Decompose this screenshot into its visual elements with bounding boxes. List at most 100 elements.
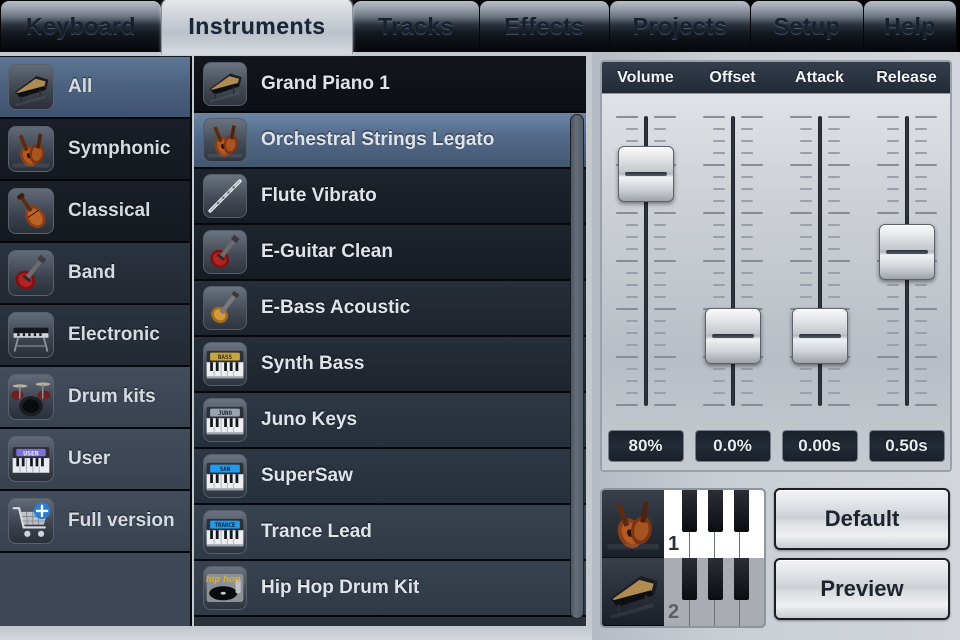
slider-tick: [789, 260, 812, 262]
slider-tick: [886, 152, 899, 154]
slider-value-volume[interactable]: 80%: [607, 430, 684, 462]
slider-tick: [740, 128, 753, 130]
tab-instruments[interactable]: Instruments: [161, 0, 353, 54]
zone-thumbnail-1[interactable]: [602, 490, 664, 558]
slider-tick: [827, 404, 850, 406]
drumkit-icon: [9, 375, 53, 419]
slider-tick: [615, 260, 638, 262]
instrument-row[interactable]: BASS Synth Bass: [194, 337, 586, 393]
slider-tick: [625, 224, 638, 226]
slider-value-attack[interactable]: 0.00s: [781, 430, 858, 462]
e-bass-icon: [204, 287, 246, 329]
slider-tick: [740, 404, 763, 406]
tab-tracks[interactable]: Tracks: [352, 0, 480, 52]
slider-tick: [625, 380, 638, 382]
slider-tick: [827, 152, 840, 154]
zone-thumbnail-2[interactable]: [602, 558, 664, 626]
slider-knob-release[interactable]: [878, 224, 935, 281]
instrument-row[interactable]: E-Bass Acoustic: [194, 281, 586, 337]
slider-tick: [827, 296, 840, 298]
category-sidebar[interactable]: All Symphonic Classical Band Electronic Drum …: [0, 56, 192, 626]
scrollbar-thumb[interactable]: [570, 114, 584, 619]
user-keyboard-icon: USER: [8, 436, 54, 482]
tab-label: Setup: [773, 13, 841, 39]
vertical-scrollbar[interactable]: [570, 114, 584, 626]
slider-value-offset[interactable]: 0.0%: [694, 430, 771, 462]
synth-bass-icon: BASS: [204, 343, 246, 385]
slider-knob-volume[interactable]: [617, 145, 674, 202]
instrument-name: Trance Lead: [261, 521, 372, 542]
tab-keyboard[interactable]: Keyboard: [0, 0, 162, 52]
slider-knob-offset[interactable]: [704, 308, 761, 365]
slider-tick: [914, 116, 937, 118]
instrument-row[interactable]: hip hop Hip Hop Drum Kit: [194, 561, 586, 617]
slider-tick: [740, 152, 753, 154]
tab-label: Instruments: [188, 13, 326, 39]
slider-tick: [886, 200, 899, 202]
black-key[interactable]: [682, 558, 697, 601]
slider-tick: [914, 368, 927, 370]
slider-tick: [886, 332, 899, 334]
preview-button-label: Preview: [820, 576, 904, 601]
key-zone-2[interactable]: 2: [664, 558, 764, 626]
slider-tick: [827, 140, 840, 142]
slider-tick: [789, 404, 812, 406]
tab-effects[interactable]: Effects: [479, 0, 610, 52]
black-key[interactable]: [734, 558, 749, 601]
slider-tick: [625, 296, 638, 298]
sidebar-item-label: Drum kits: [68, 386, 156, 407]
sidebar-item-drum-kits[interactable]: Drum kits: [0, 367, 190, 429]
sidebar-item-electronic[interactable]: Electronic: [0, 305, 190, 367]
slider-tick: [625, 128, 638, 130]
black-key[interactable]: [708, 558, 723, 601]
black-key[interactable]: [708, 490, 723, 533]
slider-tick: [625, 248, 638, 250]
instrument-row[interactable]: Orchestral Strings Legato: [194, 113, 586, 169]
slider-tick: [799, 176, 812, 178]
key-zone-1[interactable]: 1: [664, 490, 764, 558]
slider-tick: [740, 176, 753, 178]
instrument-row[interactable]: SAW SuperSaw: [194, 449, 586, 505]
sidebar-item-user[interactable]: USER User: [0, 429, 190, 491]
strings-icon: [204, 119, 246, 161]
instrument-row[interactable]: Flute Vibrato: [194, 169, 586, 225]
tab-projects[interactable]: Projects: [609, 0, 751, 52]
tab-help[interactable]: Help: [863, 0, 957, 52]
strings-icon: [9, 127, 53, 171]
synth-saw-icon: SAW: [203, 454, 247, 498]
sidebar-item-all[interactable]: All: [0, 57, 190, 119]
sidebar-item-band[interactable]: Band: [0, 243, 190, 305]
instrument-row[interactable]: Grand Piano 1: [194, 57, 586, 113]
default-button[interactable]: Default: [774, 488, 950, 550]
grand-piano-icon: [204, 63, 246, 105]
tab-label: Effects: [504, 13, 585, 39]
slider-tick: [653, 368, 666, 370]
instrument-row[interactable]: JUNO Juno Keys: [194, 393, 586, 449]
slider-knob-attack[interactable]: [791, 308, 848, 365]
preview-button[interactable]: Preview: [774, 558, 950, 620]
slider-tick: [615, 356, 638, 358]
slider-tick: [740, 212, 763, 214]
piano-keys[interactable]: 12: [664, 490, 764, 626]
slider-tick: [625, 392, 638, 394]
sidebar-item-classical[interactable]: Classical: [0, 181, 190, 243]
black-key[interactable]: [734, 490, 749, 533]
slider-tick: [712, 272, 725, 274]
slider-tick: [702, 164, 725, 166]
instrument-list[interactable]: Grand Piano 1 Orchestral Strings Legato Fl…: [194, 56, 586, 626]
black-key[interactable]: [682, 490, 697, 533]
instrument-name: SuperSaw: [261, 465, 353, 486]
slider-tick: [827, 236, 840, 238]
sidebar-item-full-version[interactable]: Full version: [0, 491, 190, 553]
flute-icon: [204, 175, 246, 217]
tab-setup[interactable]: Setup: [750, 0, 864, 52]
svg-text:BASS: BASS: [218, 355, 232, 361]
slider-tick: [876, 356, 899, 358]
instrument-row[interactable]: TRANCE Trance Lead: [194, 505, 586, 561]
slider-value-release[interactable]: 0.50s: [868, 430, 945, 462]
split-keyboard-preview[interactable]: 12: [600, 488, 766, 628]
sidebar-item-symphonic[interactable]: Symphonic: [0, 119, 190, 181]
slider-tick: [886, 392, 899, 394]
slider-tick: [625, 236, 638, 238]
instrument-row[interactable]: E-Guitar Clean: [194, 225, 586, 281]
